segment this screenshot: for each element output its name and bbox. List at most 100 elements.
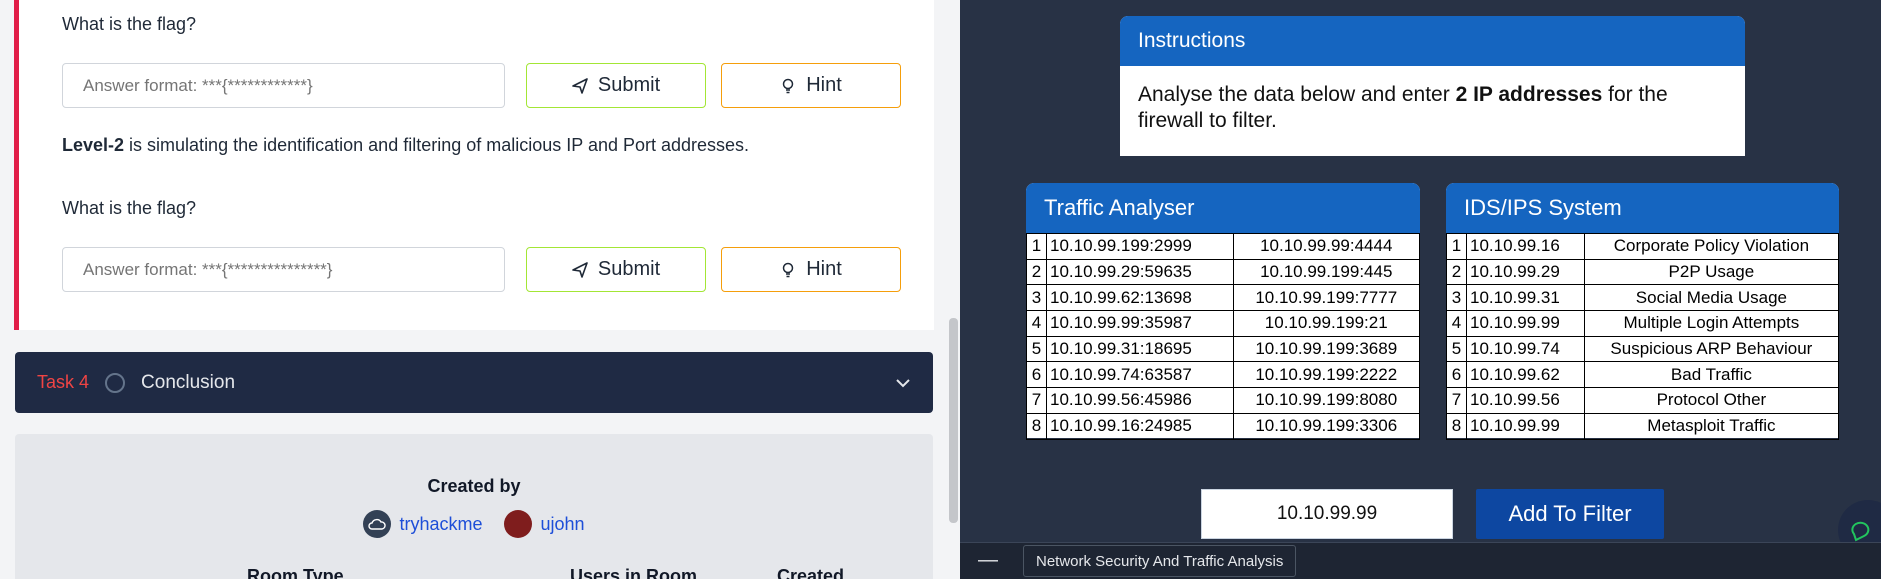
- lightbulb-icon: [782, 262, 794, 277]
- traffic-row: 1 10.10.99.199:2999 10.10.99.99:4444: [1026, 233, 1420, 260]
- row-number: 8: [1026, 412, 1047, 440]
- submit-label: Submit: [597, 258, 661, 280]
- ids-row: 7 10.10.99.56 Protocol Other: [1446, 387, 1840, 414]
- row-number: 4: [1026, 310, 1047, 337]
- answer-input[interactable]: [62, 63, 505, 108]
- add-to-filter-button[interactable]: Add To Filter: [1476, 489, 1664, 539]
- submit-label: Submit: [597, 74, 661, 96]
- row-number: 7: [1026, 387, 1047, 414]
- answer-input[interactable]: [62, 247, 505, 292]
- minimize-button[interactable]: —: [978, 549, 998, 572]
- ids-ips-title: IDS/IPS System: [1446, 183, 1839, 233]
- instructions-bold: 2 IP addresses: [1455, 83, 1603, 106]
- created-label: Created: [777, 566, 845, 579]
- cell-secondary: 10.10.99.199:3306: [1232, 412, 1420, 440]
- lightbulb-icon: [782, 78, 794, 93]
- row-number: 4: [1446, 310, 1467, 337]
- cell-secondary: Metasploit Traffic: [1583, 412, 1840, 440]
- instructions-pre: Analyse the data below and enter: [1138, 83, 1456, 106]
- ids-row: 5 10.10.99.74 Suspicious ARP Behaviour: [1446, 335, 1840, 363]
- creator-list: tryhackme ujohn: [15, 510, 933, 538]
- cell-secondary: 10.10.99.199:2222: [1232, 361, 1420, 389]
- level-description: Level-2 is simulating the identification…: [62, 135, 749, 156]
- room-type-label: Room Type: [247, 566, 344, 579]
- traffic-row: 5 10.10.99.31:18695 10.10.99.199:3689: [1026, 335, 1420, 363]
- send-icon: [572, 77, 588, 94]
- room-info-card: Created by tryhackme ujohn Room Type Use…: [15, 434, 933, 579]
- static-site-pane: Instructions Analyse the data below and …: [960, 0, 1881, 579]
- question-label: What is the flag?: [62, 14, 197, 34]
- submit-button[interactable]: Submit: [526, 247, 706, 292]
- ids-row: 6 10.10.99.62 Bad Traffic: [1446, 361, 1840, 389]
- row-number: 3: [1026, 284, 1047, 312]
- task-title: Conclusion: [141, 371, 236, 393]
- instructions-panel: Instructions Analyse the data below and …: [1120, 16, 1745, 156]
- scrollbar[interactable]: [946, 0, 960, 579]
- window-tab[interactable]: Network Security And Traffic Analysis: [1023, 545, 1297, 577]
- hint-label: Hint: [806, 258, 842, 280]
- cell-secondary: 10.10.99.199:445: [1232, 258, 1420, 286]
- cell-secondary: Social Media Usage: [1583, 284, 1840, 312]
- cell-primary: 10.10.99.62: [1466, 361, 1585, 389]
- row-number: 2: [1026, 258, 1047, 286]
- submit-button[interactable]: Submit: [526, 63, 706, 108]
- cell-primary: 10.10.99.16:24985: [1046, 412, 1234, 440]
- cell-primary: 10.10.99.56:45986: [1046, 387, 1234, 414]
- hint-button[interactable]: Hint: [721, 247, 901, 292]
- level-text: is simulating the identification and fil…: [124, 135, 750, 155]
- task-card: What is the flag? Submit Hint Level-2 is…: [14, 0, 934, 330]
- question-label: What is the flag?: [62, 198, 197, 218]
- cell-secondary: 10.10.99.199:3689: [1232, 335, 1420, 363]
- cell-primary: 10.10.99.199:2999: [1046, 233, 1234, 260]
- task-number: Task 4: [37, 372, 90, 392]
- traffic-row: 3 10.10.99.62:13698 10.10.99.199:7777: [1026, 284, 1420, 312]
- chat-icon: [1851, 521, 1870, 542]
- creator-link[interactable]: tryhackme: [363, 510, 482, 538]
- cell-secondary: 10.10.99.199:8080: [1232, 387, 1420, 414]
- ids-ips-panel: IDS/IPS System 1 10.10.99.16 Corporate Pol…: [1446, 183, 1840, 440]
- cell-primary: 10.10.99.99: [1466, 310, 1585, 337]
- ip-filter-input[interactable]: [1201, 489, 1453, 539]
- cell-secondary: Bad Traffic: [1583, 361, 1840, 389]
- cell-secondary: P2P Usage: [1583, 258, 1840, 286]
- cell-secondary: Protocol Other: [1583, 387, 1840, 414]
- instructions-title: Instructions: [1120, 16, 1745, 66]
- window-taskbar: — Network Security And Traffic Analysis: [960, 542, 1881, 579]
- ids-row: 2 10.10.99.29 P2P Usage: [1446, 258, 1840, 286]
- task-status-circle-icon: [105, 372, 126, 393]
- cell-primary: 10.10.99.31: [1466, 284, 1585, 312]
- row-number: 6: [1446, 361, 1467, 389]
- row-number: 3: [1446, 284, 1467, 312]
- creator-link[interactable]: ujohn: [504, 510, 585, 538]
- row-number: 8: [1446, 412, 1467, 440]
- cell-primary: 10.10.99.29: [1466, 258, 1585, 286]
- level-name: Level-2: [62, 135, 125, 155]
- row-number: 6: [1026, 361, 1047, 389]
- cell-secondary: Multiple Login Attempts: [1583, 310, 1840, 337]
- cell-primary: 10.10.99.29:59635: [1046, 258, 1234, 286]
- scroll-thumb[interactable]: [949, 318, 958, 523]
- row-number: 5: [1446, 335, 1467, 363]
- room-meta-row: Room Type Users in Room Created: [15, 566, 933, 579]
- ids-row: 4 10.10.99.99 Multiple Login Attempts: [1446, 310, 1840, 337]
- cell-primary: 10.10.99.74: [1466, 335, 1585, 363]
- cell-primary: 10.10.99.16: [1466, 233, 1585, 260]
- row-number: 1: [1026, 233, 1047, 260]
- traffic-row: 2 10.10.99.29:59635 10.10.99.199:445: [1026, 258, 1420, 286]
- hint-button[interactable]: Hint: [721, 63, 901, 108]
- cell-secondary: Suspicious ARP Behaviour: [1583, 335, 1840, 363]
- ids-row: 1 10.10.99.16 Corporate Policy Violation: [1446, 233, 1840, 260]
- hint-label: Hint: [806, 74, 842, 96]
- cell-primary: 10.10.99.74:63587: [1046, 361, 1234, 389]
- row-number: 5: [1026, 335, 1047, 363]
- row-number: 2: [1446, 258, 1467, 286]
- chevron-down-icon[interactable]: [895, 375, 911, 391]
- cell-secondary: 10.10.99.199:7777: [1232, 284, 1420, 312]
- cell-secondary: 10.10.99.99:4444: [1232, 233, 1420, 260]
- traffic-row: 6 10.10.99.74:63587 10.10.99.199:2222: [1026, 361, 1420, 389]
- cell-secondary: 10.10.99.199:21: [1232, 310, 1420, 337]
- task-4-header[interactable]: Task 4 Conclusion: [15, 352, 933, 413]
- traffic-row: 4 10.10.99.99:35987 10.10.99.199:21: [1026, 310, 1420, 337]
- instructions-text: Analyse the data below and enter 2 IP ad…: [1120, 66, 1745, 150]
- traffic-analyser-title: Traffic Analyser: [1026, 183, 1420, 233]
